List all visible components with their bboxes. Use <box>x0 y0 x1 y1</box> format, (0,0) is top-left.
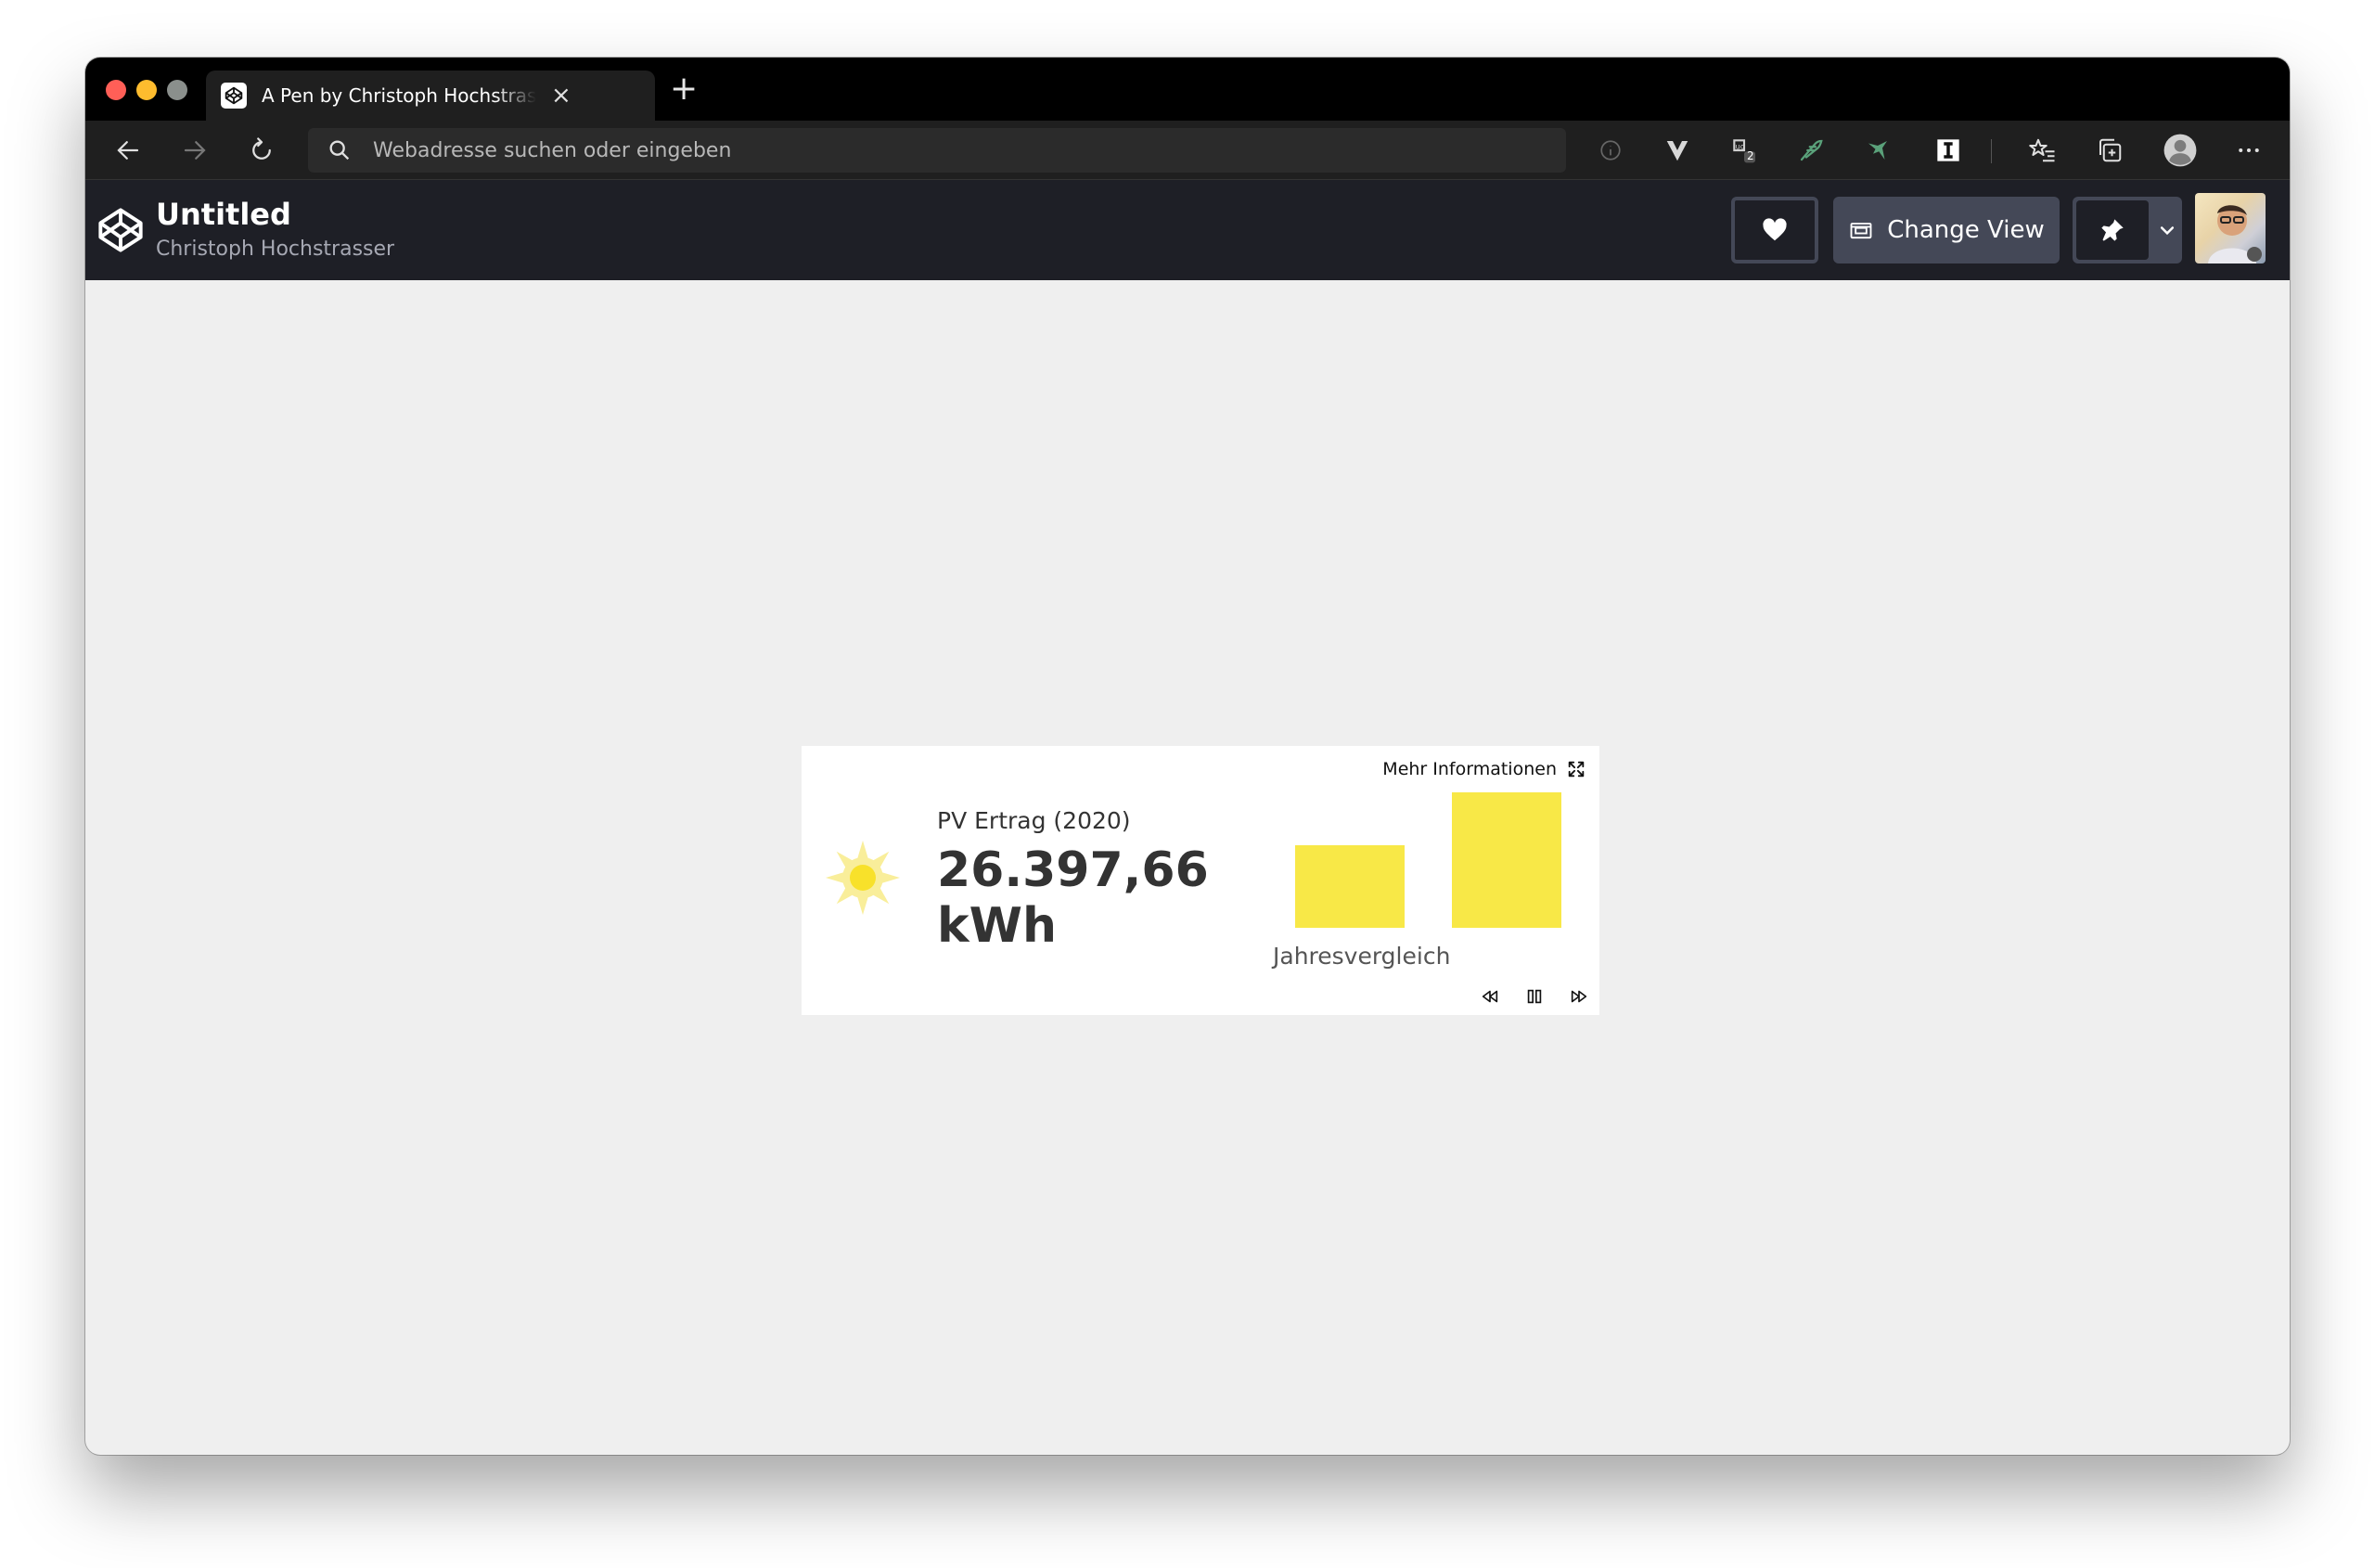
user-avatar[interactable] <box>2195 193 2266 263</box>
pause-icon[interactable] <box>1523 985 1546 1008</box>
ublock-extension-icon[interactable]: uo 2 <box>1727 134 1761 167</box>
back-arrow-icon[interactable] <box>109 132 147 169</box>
more-menu-icon[interactable] <box>2232 134 2266 167</box>
sun-icon <box>824 839 902 917</box>
address-bar[interactable]: Webadresse suchen oder eingeben <box>308 128 1566 173</box>
pen-author[interactable]: Christoph Hochstrasser <box>156 238 394 261</box>
change-view-button[interactable]: Change View <box>1833 197 2060 263</box>
codepen-header: Untitled Christoph Hochstrasser Change V… <box>85 180 2290 280</box>
instapaper-extension-icon[interactable] <box>1932 134 1965 167</box>
minimize-window-button[interactable] <box>136 80 157 100</box>
extension-badge: 2 <box>1747 149 1754 162</box>
vivaldi-extension-icon[interactable] <box>1661 134 1694 167</box>
pv-yield-value: 26.397,66 kWh <box>937 842 1234 954</box>
bird-extension-icon[interactable] <box>1861 134 1894 167</box>
codepen-favicon-icon <box>221 83 247 109</box>
maximize-window-button[interactable] <box>167 80 187 100</box>
favorites-icon[interactable] <box>2026 134 2060 167</box>
collections-icon[interactable] <box>2093 134 2126 167</box>
pin-button-group[interactable] <box>2073 197 2182 263</box>
heart-icon <box>1763 218 1787 241</box>
expand-icon <box>1568 761 1585 778</box>
pv-yield-unit: kWh <box>937 898 1057 954</box>
toolbar-separator <box>1991 139 1992 163</box>
pv-yield-number: 26.397,66 <box>937 842 1209 898</box>
search-icon <box>329 140 350 161</box>
pv-widget: Mehr Informationen PV Ertrag (2020) 26.3… <box>802 746 1599 1015</box>
love-button[interactable] <box>1731 197 1818 263</box>
tab-close-icon[interactable]: × <box>551 84 571 108</box>
chevron-down-icon <box>2160 226 2175 236</box>
more-info-label: Mehr Informationen <box>1382 759 1557 779</box>
forward-arrow-icon[interactable] <box>176 132 213 169</box>
pin-button[interactable] <box>2076 200 2149 260</box>
change-view-label: Change View <box>1887 216 2045 244</box>
pin-icon <box>2101 219 2124 241</box>
tab-strip: A Pen by Christoph Hochstrasser × + <box>85 58 2290 121</box>
address-bar-placeholder: Webadresse suchen oder eingeben <box>373 138 732 162</box>
reload-icon[interactable] <box>243 132 280 169</box>
layout-icon <box>1850 223 1872 239</box>
chart-bar-current-year <box>1452 792 1561 928</box>
pen-title[interactable]: Untitled <box>156 197 291 232</box>
tab-title: A Pen by Christoph Hochstrasser <box>262 84 536 107</box>
new-tab-icon[interactable]: + <box>670 71 698 108</box>
browser-toolbar: Webadresse suchen oder eingeben uo 2 <box>85 121 2290 180</box>
more-info-link[interactable]: Mehr Informationen <box>1382 759 1586 779</box>
svg-text:uo: uo <box>1736 143 1745 151</box>
chart-bar-previous-year <box>1295 845 1405 928</box>
pv-yield-label: PV Ertrag (2020) <box>937 807 1131 834</box>
chart-label: Jahresvergleich <box>1273 943 1451 970</box>
fast-forward-icon[interactable] <box>1568 985 1590 1008</box>
codepen-logo-icon[interactable] <box>96 206 145 254</box>
pin-dropdown-toggle[interactable] <box>2152 221 2182 239</box>
profile-avatar-icon[interactable] <box>2162 132 2199 169</box>
quill-extension-icon[interactable] <box>1794 134 1828 167</box>
rewind-icon[interactable] <box>1479 985 1501 1008</box>
browser-window: A Pen by Christoph Hochstrasser × + Weba… <box>85 58 2290 1455</box>
tab-active[interactable]: A Pen by Christoph Hochstrasser × <box>206 71 655 121</box>
close-window-button[interactable] <box>106 80 126 100</box>
info-icon[interactable] <box>1594 134 1627 167</box>
